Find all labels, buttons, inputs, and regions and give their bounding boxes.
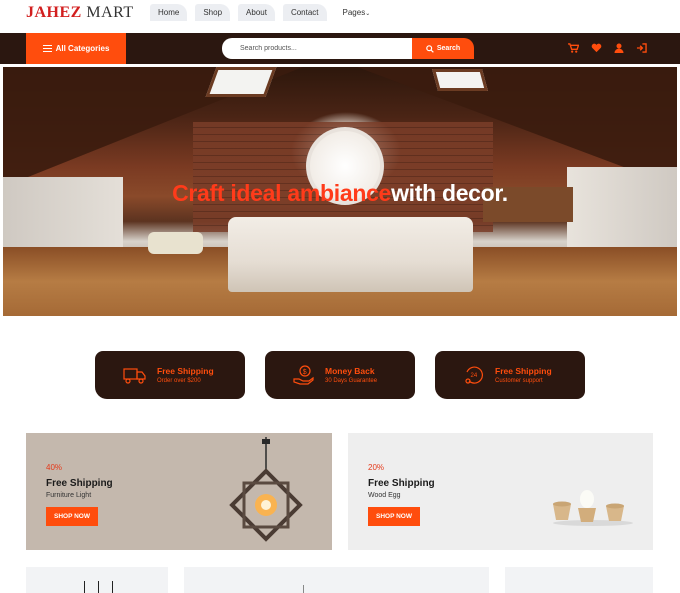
logo[interactable]: JAHEZ MART bbox=[26, 4, 134, 22]
chevron-down-icon: ⌄ bbox=[365, 11, 371, 17]
logo-part2: MART bbox=[86, 4, 134, 21]
hero-skylight-left bbox=[205, 67, 277, 97]
main-nav: Home Shop About Contact Pages⌄ bbox=[150, 4, 378, 21]
hero-title-part1: Craft ideal ambiance bbox=[172, 180, 392, 206]
page: JAHEZ MART Home Shop About Contact Pages… bbox=[0, 0, 680, 593]
lamp-cord-image bbox=[98, 581, 99, 593]
search-button[interactable]: Search bbox=[412, 38, 474, 59]
wood-egg-cups-image bbox=[553, 490, 633, 526]
feature-title: Money Back bbox=[325, 366, 375, 376]
search-icon bbox=[426, 44, 434, 53]
hero-bed bbox=[228, 217, 473, 292]
hero-banner: Craft ideal ambiancewith decor. bbox=[3, 67, 677, 316]
nav-shop[interactable]: Shop bbox=[195, 4, 231, 21]
lamp-cord-image bbox=[303, 585, 304, 593]
all-categories-label: All Categories bbox=[55, 44, 110, 53]
pendant-lamp-image bbox=[229, 437, 303, 542]
feature-title: Free Shipping bbox=[495, 366, 552, 376]
hero-title: Craft ideal ambiancewith decor. bbox=[3, 180, 677, 207]
product-card-partial bbox=[505, 567, 653, 593]
logo-part1: JAHEZ bbox=[26, 4, 82, 21]
promo-card-wood-egg: 20% Free Shipping Wood Egg SHOP NOW bbox=[348, 433, 653, 550]
top-header: JAHEZ MART Home Shop About Contact Pages… bbox=[0, 0, 680, 30]
feature-card-support: 24 Free Shipping Customer support bbox=[435, 351, 585, 399]
feature-card-shipping: Free Shipping Order over $200 bbox=[95, 351, 245, 399]
hero-title-part2: with decor. bbox=[391, 180, 508, 206]
svg-text:24: 24 bbox=[471, 373, 478, 379]
cart-icon[interactable] bbox=[568, 43, 579, 53]
nav-home[interactable]: Home bbox=[150, 4, 188, 21]
feature-subtitle: Customer support bbox=[495, 378, 543, 384]
shop-now-button[interactable]: SHOP NOW bbox=[368, 507, 420, 526]
feature-subtitle: 30 Days Guarantee bbox=[325, 378, 378, 384]
feature-text: Free Shipping Customer support bbox=[495, 366, 552, 384]
feature-text: Money Back 30 Days Guarantee bbox=[325, 366, 377, 384]
promo-subtitle: Furniture Light bbox=[46, 492, 92, 499]
promo-discount: 20% bbox=[368, 463, 385, 472]
promo-title: Free Shipping bbox=[46, 478, 113, 489]
user-icon[interactable] bbox=[614, 43, 624, 53]
hero-skylight-right bbox=[432, 69, 488, 91]
search-form: Search bbox=[222, 38, 474, 59]
product-card-partial bbox=[26, 567, 168, 593]
category-search-bar: All Categories Search bbox=[0, 33, 680, 64]
product-card-partial bbox=[184, 567, 489, 593]
nav-pages-label: Pages bbox=[342, 8, 366, 17]
feature-cards: Free Shipping Order over $200 $ Money Ba… bbox=[95, 351, 585, 399]
promo-card-furniture-light: 40% Free Shipping Furniture Light SHOP N… bbox=[26, 433, 332, 550]
feature-text: Free Shipping Order over $200 bbox=[157, 366, 214, 384]
header-icons bbox=[568, 43, 647, 53]
lamp-cord-image bbox=[112, 581, 113, 593]
truck-icon bbox=[123, 368, 146, 384]
feature-title: Free Shipping bbox=[157, 366, 214, 376]
search-button-label: Search bbox=[436, 45, 461, 52]
menu-icon bbox=[42, 45, 52, 52]
promo-discount: 40% bbox=[46, 463, 63, 472]
nav-about[interactable]: About bbox=[238, 4, 275, 21]
shop-now-button[interactable]: SHOP NOW bbox=[46, 507, 98, 526]
feature-subtitle: Order over $200 bbox=[157, 378, 201, 384]
money-hand-icon: $ bbox=[293, 365, 314, 385]
hero-pillow bbox=[148, 232, 203, 254]
feature-card-money-back: $ Money Back 30 Days Guarantee bbox=[265, 351, 415, 399]
search-input[interactable] bbox=[222, 38, 414, 59]
login-icon[interactable] bbox=[636, 43, 647, 53]
promo-subtitle: Wood Egg bbox=[368, 492, 401, 499]
support-24-icon: 24 bbox=[465, 366, 483, 384]
heart-icon[interactable] bbox=[591, 43, 602, 53]
lamp-cord-image bbox=[84, 581, 85, 593]
all-categories-button[interactable]: All Categories bbox=[26, 33, 126, 64]
promo-title: Free Shipping bbox=[368, 478, 435, 489]
nav-pages-dropdown[interactable]: Pages⌄ bbox=[335, 4, 379, 21]
nav-contact[interactable]: Contact bbox=[282, 4, 327, 21]
svg-text:$: $ bbox=[303, 369, 307, 376]
